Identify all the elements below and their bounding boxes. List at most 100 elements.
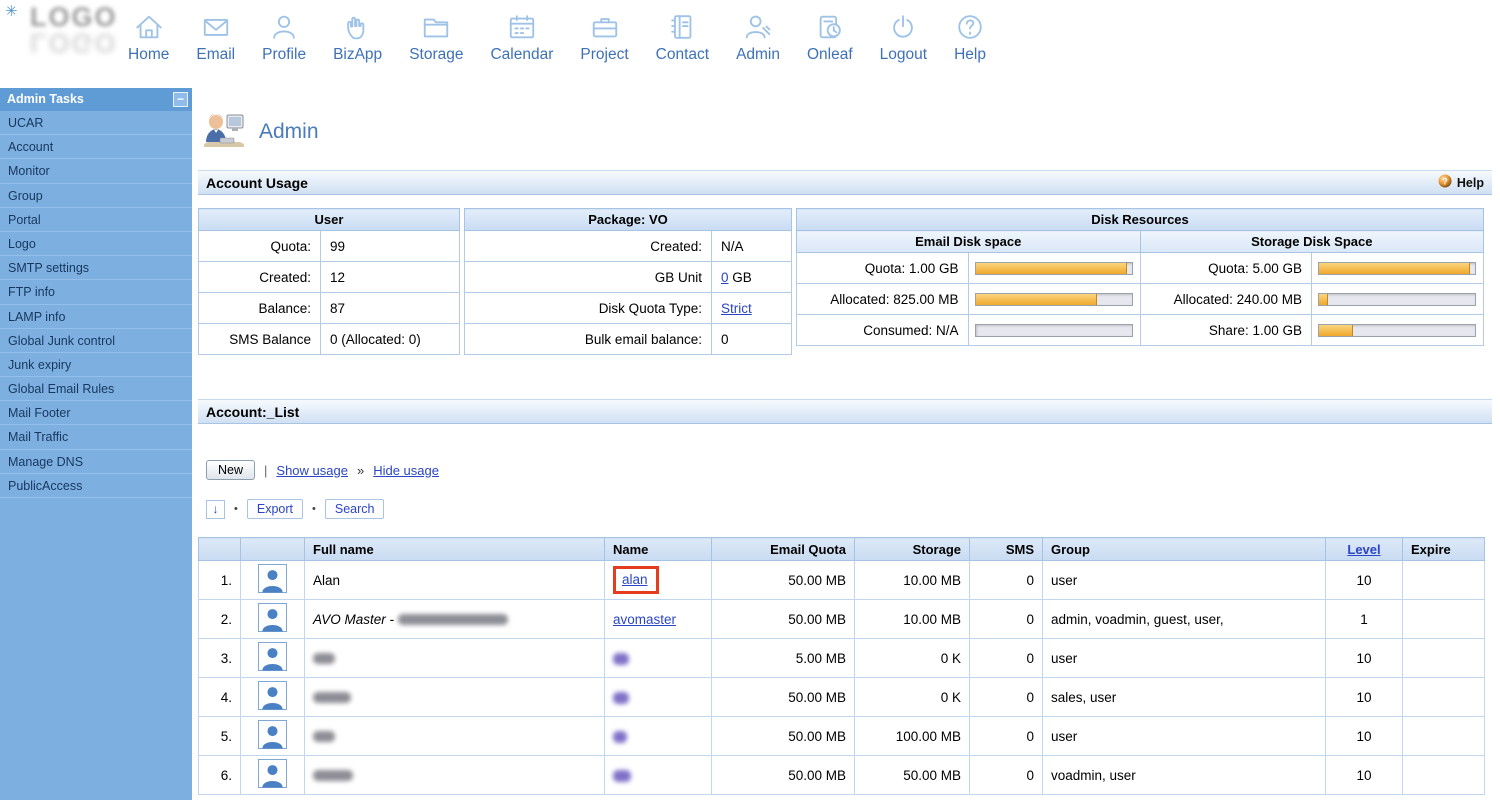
sidebar-item-ucar[interactable]: UCAR bbox=[0, 111, 192, 136]
collapse-button[interactable]: − bbox=[173, 92, 188, 107]
nav-item-home[interactable]: Home bbox=[128, 12, 169, 64]
header-group: Group bbox=[1042, 537, 1326, 561]
new-button[interactable]: New bbox=[206, 460, 256, 480]
nav-item-storage[interactable]: Storage bbox=[409, 12, 463, 64]
redacted-text bbox=[397, 614, 508, 626]
sidebar-item-publicaccess[interactable]: PublicAccess bbox=[0, 474, 192, 498]
sidebar-item-ftp-info[interactable]: FTP info bbox=[0, 280, 192, 305]
sidebar-item-account[interactable]: Account bbox=[0, 135, 192, 160]
account-rows: 1. Alan alan 50.00 MB 10.00 MB 0 user 10 2. AVO M… bbox=[198, 560, 1485, 795]
hide-usage-link[interactable]: Hide usage bbox=[373, 463, 439, 478]
level-cell: 1 bbox=[1325, 599, 1403, 639]
nav-item-calendar[interactable]: Calendar bbox=[490, 12, 553, 64]
user-avatar-icon bbox=[258, 603, 287, 635]
group-cell: admin, voadmin, guest, user, bbox=[1042, 599, 1326, 639]
toolbar-separator: | bbox=[264, 462, 268, 478]
onleaf-icon bbox=[815, 12, 845, 42]
sidebar-item-global-email-rules[interactable]: Global Email Rules bbox=[0, 377, 192, 402]
sidebar-item-mail-footer[interactable]: Mail Footer bbox=[0, 401, 192, 426]
show-usage-link[interactable]: Show usage bbox=[276, 463, 348, 478]
row-number: 3. bbox=[198, 638, 241, 678]
sidebar-item-group[interactable]: Group bbox=[0, 184, 192, 208]
user-stat-row: Created: 12 bbox=[198, 261, 460, 293]
nav-item-onleaf[interactable]: Onleaf bbox=[807, 12, 853, 64]
nav-item-email[interactable]: Email bbox=[196, 12, 235, 64]
sidebar-item-junk-expiry[interactable]: Junk expiry bbox=[0, 353, 192, 378]
package-value-link[interactable]: 0 bbox=[721, 270, 729, 285]
table-row: 3. 5.00 MB 0 K 0 user 10 bbox=[198, 638, 1485, 678]
admin-person-icon bbox=[202, 111, 246, 154]
section-account-list: Account:_List bbox=[198, 399, 1492, 424]
account-name-link[interactable]: avomaster bbox=[613, 612, 676, 627]
help-ball-icon: ? bbox=[1438, 174, 1452, 191]
sidebar-item-global-junk-control[interactable]: Global Junk control bbox=[0, 329, 192, 353]
sms-cell: 0 bbox=[969, 638, 1043, 678]
account-name-link[interactable]: alan bbox=[622, 572, 648, 587]
redacted-link[interactable] bbox=[613, 730, 627, 743]
disk-stat-row: Quota: 1.00 GB Quota: 5.00 GB bbox=[796, 252, 1485, 284]
group-cell: user bbox=[1042, 638, 1326, 678]
disk-panel-header: Disk Resources bbox=[796, 208, 1484, 231]
bizapp-icon bbox=[343, 12, 373, 42]
search-button[interactable]: Search bbox=[324, 499, 385, 519]
disk-stat-label: Consumed: N/A bbox=[796, 314, 969, 346]
export-toolbar: ↓ • Export • Search bbox=[206, 499, 1500, 519]
redacted-link[interactable] bbox=[613, 652, 629, 665]
snowflake-icon: ✳ bbox=[5, 3, 18, 20]
sidebar-item-portal[interactable]: Portal bbox=[0, 208, 192, 232]
sidebar-item-monitor[interactable]: Monitor bbox=[0, 159, 192, 184]
sidebar-list: UCAR Account Monitor Group Portal Logo SMTP se… bbox=[0, 111, 192, 498]
user-panel-header: User bbox=[198, 208, 460, 231]
page-title: Admin bbox=[259, 120, 319, 143]
package-panel-header: Package: VO bbox=[464, 208, 792, 231]
nav-item-help[interactable]: Help bbox=[954, 12, 986, 64]
progress-bar-fill bbox=[1318, 262, 1471, 274]
sidebar-item-smtp-settings[interactable]: SMTP settings bbox=[0, 256, 192, 281]
user-avatar-icon bbox=[258, 720, 287, 752]
dot-separator: • bbox=[312, 503, 316, 515]
table-row: 5. 50.00 MB 100.00 MB 0 user 10 bbox=[198, 716, 1485, 756]
stat-label: Created: bbox=[464, 230, 712, 262]
user-avatar-icon bbox=[258, 681, 287, 713]
nav-item-logout[interactable]: Logout bbox=[880, 12, 927, 64]
nav-item-bizapp[interactable]: BizApp bbox=[333, 12, 382, 64]
package-value-link[interactable]: Strict bbox=[721, 301, 752, 316]
header-number bbox=[198, 537, 241, 561]
sidebar-item-logo[interactable]: Logo bbox=[0, 232, 192, 257]
avatar-cell bbox=[240, 755, 305, 795]
header-storage: Storage bbox=[854, 537, 970, 561]
nav-item-profile[interactable]: Profile bbox=[262, 12, 306, 64]
email-quota-cell: 50.00 MB bbox=[711, 755, 855, 795]
row-number: 4. bbox=[198, 677, 241, 717]
top-nav: Home Email Profile BizApp Storage Calendar Pro… bbox=[128, 12, 986, 64]
email-quota-cell: 5.00 MB bbox=[711, 638, 855, 678]
header-sms: SMS bbox=[969, 537, 1043, 561]
sidebar-item-mail-traffic[interactable]: Mail Traffic bbox=[0, 425, 192, 450]
nav-item-admin[interactable]: Admin bbox=[736, 12, 780, 64]
sidebar-item-manage-dns[interactable]: Manage DNS bbox=[0, 450, 192, 474]
name-cell bbox=[604, 716, 712, 756]
redacted-link[interactable] bbox=[613, 691, 629, 704]
help-link[interactable]: ? Help bbox=[1438, 174, 1484, 191]
logo-reflection: LOGO bbox=[30, 28, 118, 58]
progress-bar-fill bbox=[1318, 293, 1329, 305]
table-row: 2. AVO Master - avomaster 50.00 MB 10.00 MB… bbox=[198, 599, 1485, 639]
storage-cell: 10.00 MB bbox=[854, 560, 970, 600]
level-sort-link[interactable]: Level bbox=[1347, 542, 1380, 557]
disk-bar-cell bbox=[967, 283, 1141, 315]
sidebar-title: Admin Tasks bbox=[7, 92, 84, 106]
disk-bar-cell bbox=[1310, 283, 1485, 315]
full-name-text: Alan bbox=[313, 572, 341, 588]
nav-item-contact[interactable]: Contact bbox=[656, 12, 709, 64]
nav-item-project[interactable]: Project bbox=[580, 12, 629, 64]
export-button[interactable]: Export bbox=[246, 499, 303, 519]
full-name-cell bbox=[304, 638, 605, 678]
sidebar-item-lamp-info[interactable]: LAMP info bbox=[0, 305, 192, 329]
row-number: 2. bbox=[198, 599, 241, 639]
sidebar-header: Admin Tasks − bbox=[0, 88, 192, 111]
sort-button[interactable]: ↓ bbox=[206, 499, 225, 519]
redacted-link[interactable] bbox=[613, 769, 631, 782]
expire-cell bbox=[1402, 638, 1485, 678]
disk-bar-cell bbox=[967, 314, 1141, 346]
nav-label: Home bbox=[128, 46, 170, 63]
